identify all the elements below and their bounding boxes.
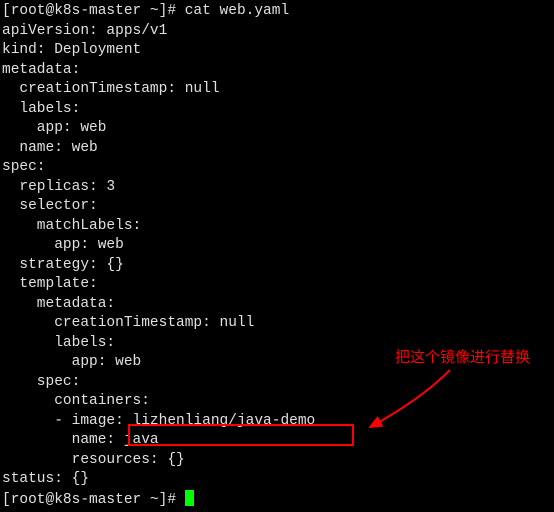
yaml-line: kind: Deployment — [2, 41, 554, 61]
cursor-block — [185, 490, 194, 506]
yaml-line: app: web — [2, 236, 554, 256]
highlight-rectangle — [128, 424, 354, 446]
yaml-line: template: — [2, 275, 554, 295]
yaml-line: app: web — [2, 119, 554, 139]
yaml-line: status: {} — [2, 470, 554, 490]
yaml-line: labels: — [2, 100, 554, 120]
yaml-line: creationTimestamp: null — [2, 314, 554, 334]
yaml-line: metadata: — [2, 295, 554, 315]
yaml-line: name: web — [2, 139, 554, 159]
yaml-line: strategy: {} — [2, 256, 554, 276]
yaml-line: matchLabels: — [2, 217, 554, 237]
yaml-line: selector: — [2, 197, 554, 217]
yaml-line: spec: — [2, 373, 554, 393]
yaml-line: apiVersion: apps/v1 — [2, 22, 554, 42]
command-text: cat web.yaml — [185, 3, 289, 19]
shell-prompt: [root@k8s-master ~]# — [2, 491, 185, 507]
yaml-line: spec: — [2, 158, 554, 178]
yaml-line: containers: — [2, 392, 554, 412]
shell-prompt: [root@k8s-master ~]# — [2, 3, 185, 19]
yaml-line: metadata: — [2, 61, 554, 81]
yaml-line: resources: {} — [2, 451, 554, 471]
yaml-line: replicas: 3 — [2, 178, 554, 198]
annotation-label: 把这个镜像进行替换 — [395, 346, 530, 367]
yaml-line: creationTimestamp: null — [2, 80, 554, 100]
